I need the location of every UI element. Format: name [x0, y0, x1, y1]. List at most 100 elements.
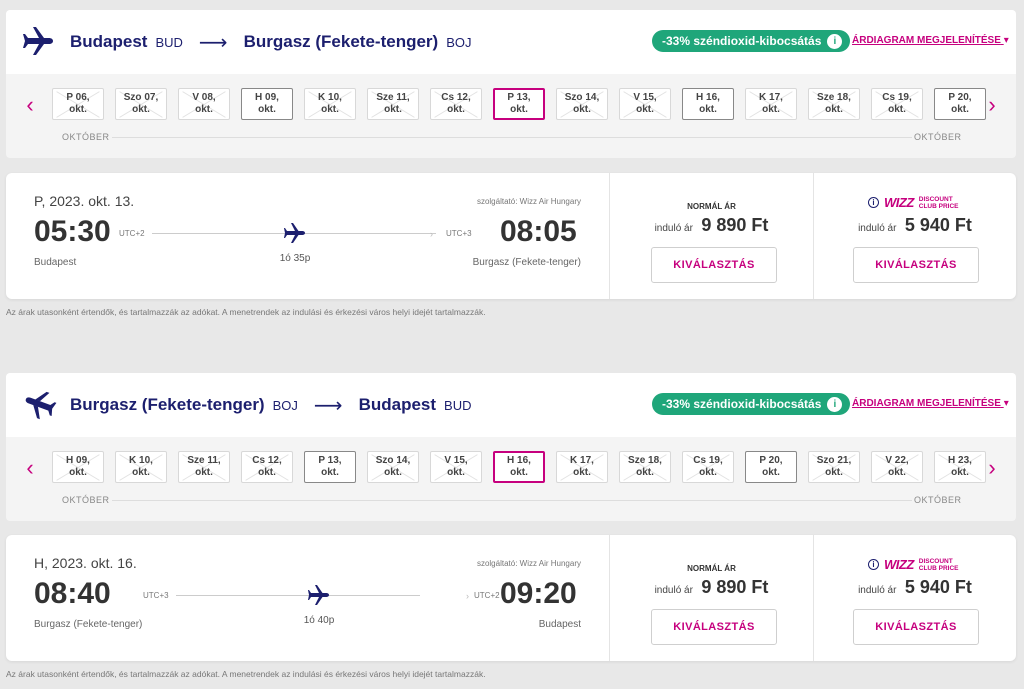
date-option-day: H 16, [507, 455, 531, 466]
destination-code: BUD [444, 397, 472, 413]
outbound-route-header: Budapest BUD ⟶ Burgasz (Fekete-tenger) B… [6, 10, 1016, 74]
prev-dates-button[interactable]: ‹ [20, 453, 40, 483]
date-option-month: okt. [510, 467, 528, 478]
date-option[interactable]: Sze 11, okt. [178, 451, 230, 483]
date-option[interactable]: H 09, okt. [52, 451, 104, 483]
price-chart-link[interactable]: ÁRDIAGRAM MEGJELENÍTÉSE ▾ [852, 398, 1009, 409]
date-option-month: okt. [951, 467, 969, 478]
date-option[interactable]: H 09, okt. [241, 88, 293, 120]
price-chart-link-label: ÁRDIAGRAM MEGJELENÍTÉSE [852, 398, 1001, 409]
date-option[interactable]: H 23, okt. [934, 451, 986, 483]
date-option-month: okt. [699, 104, 717, 115]
date-option[interactable]: K 17, okt. [745, 88, 797, 120]
date-option-month: okt. [573, 104, 591, 115]
normal-price-row: induló ár 9 890 Ft [610, 215, 813, 236]
date-option[interactable]: Sze 18, okt. [619, 451, 671, 483]
origin-code: BOJ [272, 397, 298, 413]
normal-price-label: NORMÁL ÁR [687, 564, 736, 573]
date-option[interactable]: Cs 12, okt. [430, 88, 482, 120]
departure-plane-icon [23, 27, 53, 55]
origin-city: Burgasz (Fekete-tenger) [70, 395, 265, 414]
date-option-month: okt. [321, 104, 339, 115]
date-option-month: okt. [762, 104, 780, 115]
date-option-day: H 16, [696, 92, 720, 103]
date-option[interactable]: Cs 19, okt. [871, 88, 923, 120]
club-logo: i WIZZ DISCOUNT CLUB PRICE [868, 195, 959, 210]
date-option[interactable]: K 10, okt. [304, 88, 356, 120]
inbound-section: Burgasz (Fekete-tenger) BOJ ⟶ Budapest B… [6, 373, 1016, 689]
date-option[interactable]: H 16, okt. [682, 88, 734, 120]
date-option[interactable]: V 08, okt. [178, 88, 230, 120]
date-option[interactable]: P 20, okt. [934, 88, 986, 120]
date-option[interactable]: P 20, okt. [745, 451, 797, 483]
price-chart-link[interactable]: ÁRDIAGRAM MEGJELENÍTÉSE ▾ [852, 35, 1009, 46]
date-option[interactable]: Sze 18, okt. [808, 88, 860, 120]
date-option-month: okt. [636, 467, 654, 478]
departure-city: Burgasz (Fekete-tenger) [34, 619, 143, 630]
date-option-day: V 15, [633, 92, 657, 103]
operator-label: szolgáltató: Wizz Air Hungary [476, 559, 581, 568]
flight-plane-icon [284, 223, 305, 243]
normal-price-row: induló ár 9 890 Ft [610, 577, 813, 598]
date-option[interactable]: Cs 12, okt. [241, 451, 293, 483]
club-logo: i WIZZ DISCOUNT CLUB PRICE [868, 557, 959, 572]
price-from-label: induló ár [858, 223, 897, 234]
flight-date: P, 2023. okt. 13. [34, 193, 135, 209]
date-option[interactable]: Szo 14, okt. [367, 451, 419, 483]
club-line-1: DISCOUNT [918, 557, 953, 565]
date-option[interactable]: Szo 14, okt. [556, 88, 608, 120]
date-option[interactable]: V 22, okt. [871, 451, 923, 483]
normal-price-label: NORMÁL ÁR [687, 202, 736, 211]
info-icon[interactable]: i [868, 559, 879, 570]
date-option-day: V 22, [885, 455, 909, 466]
date-option-month: okt. [825, 104, 843, 115]
outbound-date-strip: ‹ › P 06, okt. Szo 07, okt. V 08, okt. H 09, ok… [6, 74, 1016, 158]
date-option-month: okt. [132, 104, 150, 115]
inbound-flight-card: H, 2023. okt. 16. szolgáltató: Wizz Air … [6, 535, 1016, 661]
date-option[interactable]: V 15, okt. [430, 451, 482, 483]
info-icon[interactable]: i [827, 33, 843, 49]
select-normal-button[interactable]: KIVÁLASZTÁS [651, 609, 777, 645]
date-option-day: Cs 19, [882, 92, 912, 103]
co2-badge[interactable]: -33% széndioxid-kibocsátás i [652, 393, 851, 415]
date-option-month: okt. [258, 467, 276, 478]
outbound-flight-card: P, 2023. okt. 13. szolgáltató: Wizz Air … [6, 173, 1016, 299]
club-line-2: CLUB PRICE [918, 564, 959, 572]
normal-price-box: NORMÁL ÁR induló ár 9 890 Ft KIVÁLASZTÁS [609, 535, 813, 661]
origin-city: Budapest [70, 32, 148, 51]
departure-utc: UTC+2 [119, 229, 145, 238]
date-option[interactable]: H 16, okt. [493, 451, 545, 483]
arrival-utc: UTC+2 [474, 591, 500, 600]
date-option-day: P 20, [759, 455, 783, 466]
date-option[interactable]: P 06, okt. [52, 88, 104, 120]
prev-dates-button[interactable]: ‹ [20, 90, 40, 120]
info-icon[interactable]: i [868, 197, 879, 208]
date-option[interactable]: P 13, okt. [304, 451, 356, 483]
date-option[interactable]: V 15, okt. [619, 88, 671, 120]
date-option-month: okt. [510, 104, 528, 115]
inbound-route-header: Burgasz (Fekete-tenger) BOJ ⟶ Budapest B… [6, 373, 1016, 437]
date-option[interactable]: K 10, okt. [115, 451, 167, 483]
date-option[interactable]: Szo 07, okt. [115, 88, 167, 120]
date-option[interactable]: Szo 21, okt. [808, 451, 860, 483]
date-option[interactable]: Cs 19, okt. [682, 451, 734, 483]
date-option-month: okt. [951, 104, 969, 115]
route-arrow-icon: ⟶ [198, 31, 228, 54]
date-option-month: okt. [699, 467, 717, 478]
arrival-utc: UTC+3 [446, 229, 472, 238]
club-logo-text: DISCOUNT CLUB PRICE [919, 558, 959, 572]
date-option[interactable]: K 17, okt. [556, 451, 608, 483]
price-footnote: Az árak utasonként értendők, és tartalma… [6, 669, 486, 679]
date-option[interactable]: P 13, okt. [493, 88, 545, 120]
select-club-button[interactable]: KIVÁLASZTÁS [853, 609, 979, 645]
co2-badge[interactable]: -33% széndioxid-kibocsátás i [652, 30, 851, 52]
info-icon[interactable]: i [827, 396, 843, 412]
route-title: Burgasz (Fekete-tenger) BOJ ⟶ Budapest B… [70, 373, 472, 437]
date-option-day: Sze 11, [187, 455, 221, 466]
date-option-day: P 13, [318, 455, 342, 466]
select-club-button[interactable]: KIVÁLASZTÁS [853, 247, 979, 283]
select-normal-button[interactable]: KIVÁLASZTÁS [651, 247, 777, 283]
date-option-day: Cs 12, [441, 92, 471, 103]
date-option[interactable]: Sze 11, okt. [367, 88, 419, 120]
month-label-left: OKTÓBER [62, 495, 110, 505]
